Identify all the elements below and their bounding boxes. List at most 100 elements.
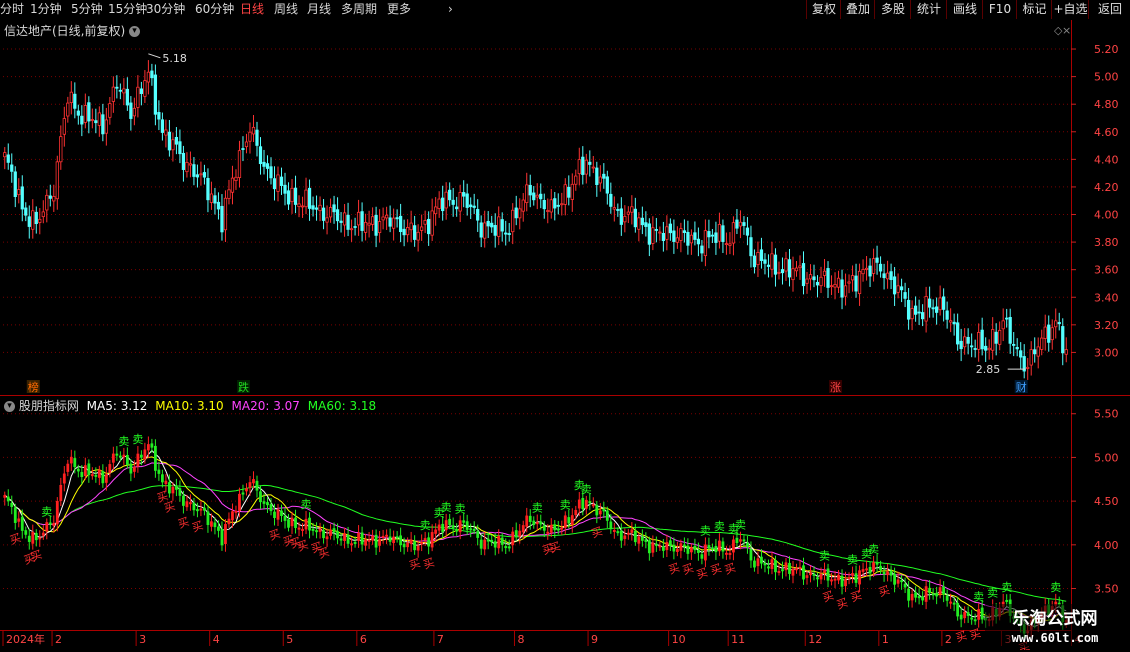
candle-body bbox=[1005, 317, 1009, 320]
indicator-bar bbox=[879, 565, 882, 571]
candle-body bbox=[283, 184, 287, 194]
candle-body bbox=[335, 209, 340, 222]
indicator-bar bbox=[364, 539, 367, 546]
timeframe-0[interactable]: 分时 bbox=[0, 1, 24, 18]
candle-body bbox=[34, 211, 38, 225]
candle-body bbox=[735, 219, 739, 229]
event-marker-3: 财 bbox=[1016, 380, 1027, 394]
candle-body bbox=[255, 129, 259, 146]
indicator-bar bbox=[931, 593, 935, 596]
candle-body bbox=[899, 286, 904, 291]
candle-body bbox=[1026, 366, 1030, 369]
timeframe-10[interactable]: 更多 bbox=[387, 1, 411, 18]
timeframe-1[interactable]: 1分钟 bbox=[30, 1, 62, 18]
candle-body bbox=[24, 207, 28, 216]
indicator-bar bbox=[959, 614, 963, 620]
timeframe-4[interactable]: 30分钟 bbox=[146, 1, 185, 18]
indicator-bar bbox=[111, 453, 115, 463]
indicator-bar bbox=[514, 530, 518, 537]
toolbar-button-5[interactable]: F10 bbox=[982, 0, 1017, 19]
indicator-bar bbox=[805, 575, 809, 578]
date-axis-label: 12 bbox=[808, 633, 822, 646]
indicator-bar bbox=[630, 529, 634, 533]
indicator-bar bbox=[833, 578, 837, 581]
candle-body bbox=[220, 205, 224, 233]
candle-body bbox=[48, 195, 52, 199]
close-icon: × bbox=[1062, 24, 1071, 37]
timeframe-8[interactable]: 月线 bbox=[307, 1, 331, 18]
more-chevron-icon[interactable]: › bbox=[448, 1, 453, 18]
indicator-bar bbox=[546, 531, 550, 534]
indicator-dropdown-icon[interactable]: ▾ bbox=[4, 401, 15, 412]
indicator-bar bbox=[700, 554, 704, 559]
candle-body bbox=[956, 322, 960, 345]
candle-body bbox=[209, 193, 214, 203]
indicator-bar bbox=[647, 540, 651, 554]
candle-body bbox=[910, 308, 914, 320]
toolbar-button-1[interactable]: 叠加 bbox=[840, 0, 875, 19]
indicator-bar bbox=[511, 531, 515, 546]
indicator-bar bbox=[3, 495, 7, 498]
indicator-bar bbox=[763, 563, 767, 566]
indicator-bar bbox=[248, 482, 252, 488]
toolbar-button-3[interactable]: 统计 bbox=[910, 0, 947, 19]
indicator-bar bbox=[378, 538, 382, 546]
timeframe-5[interactable]: 60分钟 bbox=[195, 1, 234, 18]
timeframe-7[interactable]: 周线 bbox=[274, 1, 298, 18]
indicator-bar bbox=[108, 464, 112, 473]
candle-body bbox=[339, 220, 343, 223]
indicator-bar bbox=[388, 536, 392, 542]
toolbar-button-8[interactable]: 返回 bbox=[1088, 0, 1130, 19]
candle-body bbox=[41, 211, 45, 218]
indicator-bar bbox=[315, 530, 318, 533]
kline-chart[interactable]: 5.20 5.00 4.80 4.60 4.40 4.20 4.00 3.80 3.60 3.40… bbox=[0, 20, 1130, 650]
candle-body bbox=[1043, 326, 1047, 339]
indicator-bar bbox=[553, 524, 557, 531]
candle-body bbox=[949, 320, 953, 323]
candle-body bbox=[973, 348, 977, 350]
indicator-bar bbox=[157, 469, 161, 474]
candle-body bbox=[773, 254, 778, 275]
date-axis-label: 5 bbox=[286, 633, 293, 646]
sell-signal: 卖 bbox=[118, 435, 129, 448]
candle-body bbox=[1050, 327, 1054, 341]
stock-title[interactable]: 信达地产(日线,前复权) ▾ bbox=[4, 22, 141, 39]
candle-body bbox=[69, 91, 73, 104]
candle-body bbox=[567, 186, 571, 198]
indicator-bar bbox=[6, 496, 10, 502]
indicator-title[interactable]: ▾ 股朋指标网 MA5: 3.12 MA10: 3.10 MA20: 3.07 … bbox=[4, 397, 376, 414]
candle-body bbox=[276, 174, 280, 192]
indicator-bar bbox=[711, 547, 714, 550]
timeframe-9[interactable]: 多周期 bbox=[341, 1, 377, 18]
candle-body bbox=[448, 189, 452, 201]
candle-body bbox=[991, 329, 995, 351]
sell-signal: 卖 bbox=[41, 505, 52, 518]
candle-body bbox=[868, 265, 872, 277]
toolbar-button-4[interactable]: 画线 bbox=[946, 0, 983, 19]
candle-body bbox=[125, 88, 129, 106]
indicator-bar bbox=[189, 502, 192, 505]
timeframe-2[interactable]: 5分钟 bbox=[71, 1, 103, 18]
candle-body bbox=[777, 271, 781, 274]
indicator-bar bbox=[654, 543, 658, 546]
candle-body bbox=[153, 74, 158, 115]
toolbar-button-6[interactable]: 标记 bbox=[1016, 0, 1052, 19]
candle-body bbox=[518, 208, 522, 219]
title-dropdown-icon[interactable]: ▾ bbox=[129, 26, 141, 37]
candle-body bbox=[651, 227, 655, 244]
toolbar-button-7[interactable]: +自选 bbox=[1051, 0, 1089, 19]
candle-body bbox=[770, 253, 774, 270]
candle-body bbox=[353, 226, 357, 228]
candle-body bbox=[90, 119, 94, 121]
indicator-bar bbox=[34, 532, 38, 541]
indicator-bar bbox=[732, 539, 735, 553]
toolbar-button-0[interactable]: 复权 bbox=[806, 0, 841, 19]
toolbar-button-2[interactable]: 多股 bbox=[874, 0, 911, 19]
timeframe-3[interactable]: 15分钟 bbox=[108, 1, 147, 18]
stock-title-text: 信达地产(日线,前复权) bbox=[4, 24, 126, 38]
indicator-bar bbox=[490, 539, 494, 543]
indicator-bar bbox=[942, 586, 946, 595]
candle-body bbox=[857, 270, 862, 294]
candle-body bbox=[500, 219, 504, 232]
timeframe-6[interactable]: 日线 bbox=[240, 1, 264, 18]
